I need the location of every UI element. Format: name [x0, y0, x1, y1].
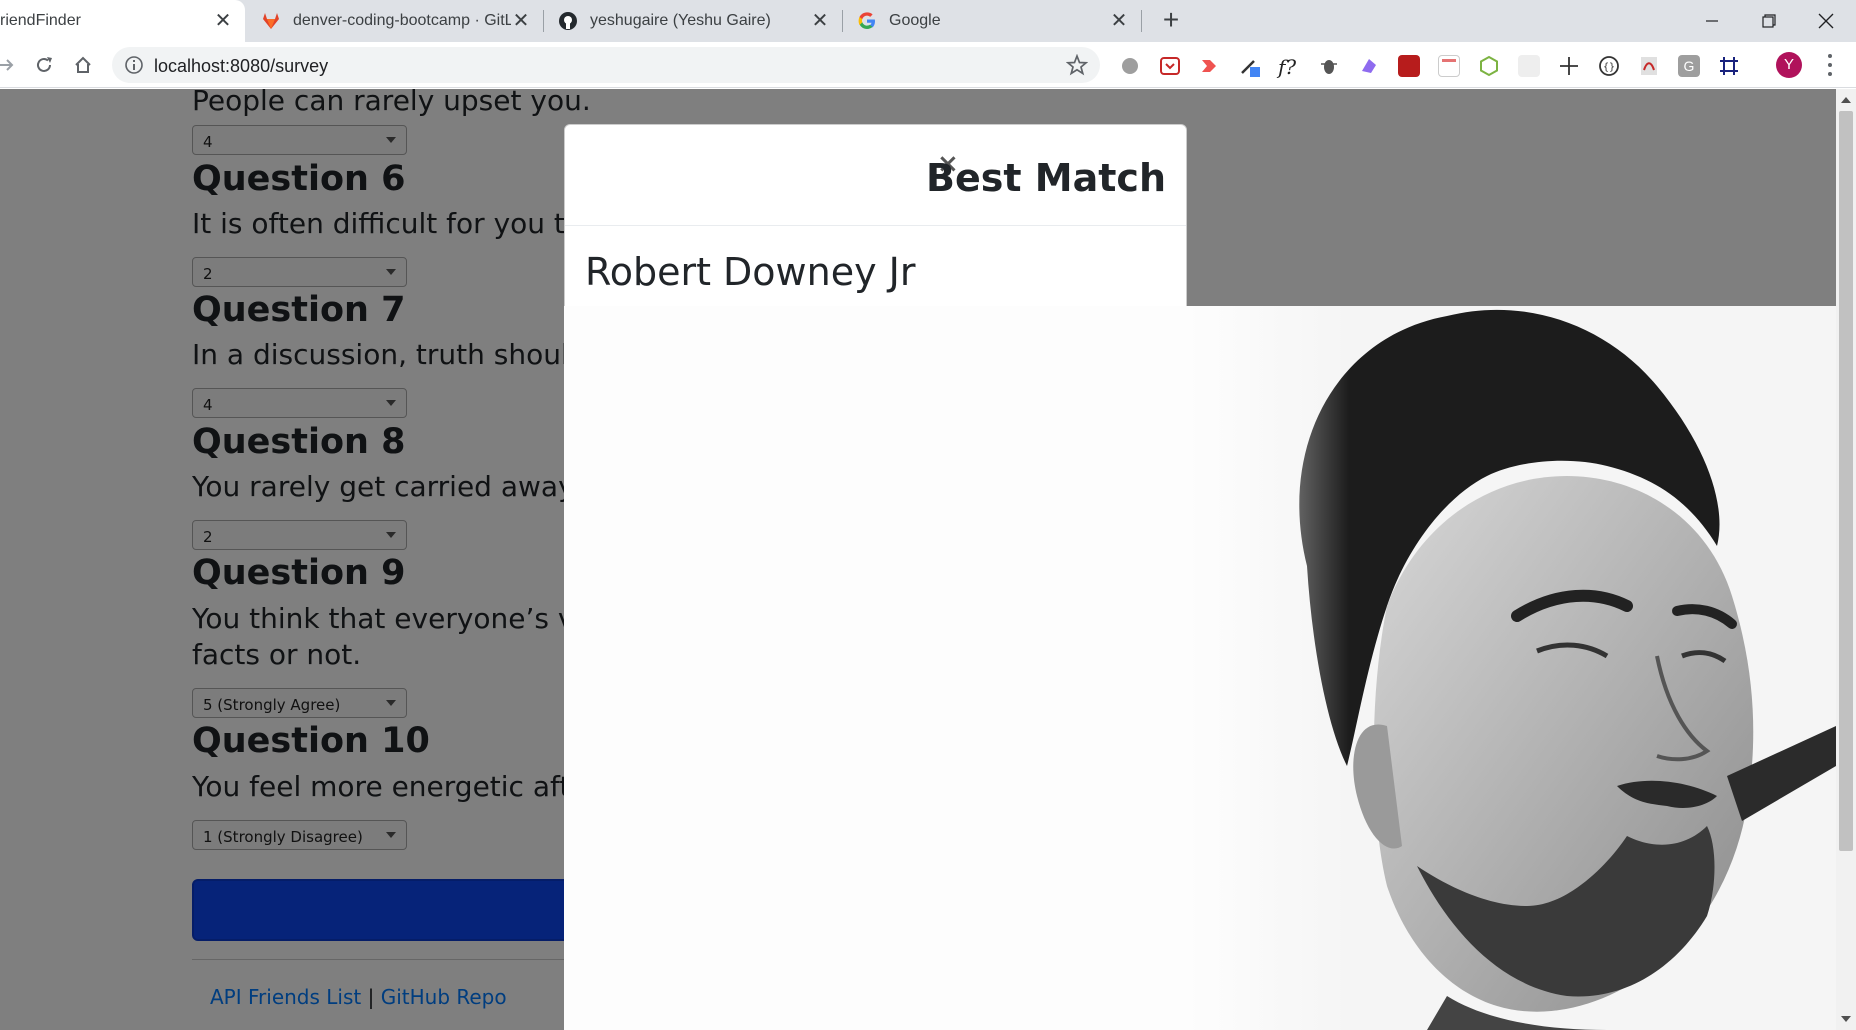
close-icon[interactable]: ✕	[511, 11, 531, 31]
modal-title: Best Match	[926, 156, 1166, 200]
home-icon[interactable]	[69, 51, 97, 79]
nodejs-icon[interactable]	[1478, 55, 1500, 77]
grid-icon[interactable]	[1718, 55, 1740, 77]
gitlab-icon	[261, 11, 281, 31]
tab-github[interactable]: yeshugaire (Yeshu Gaire) ✕	[544, 0, 842, 42]
address-bar[interactable]: localhost:8080/survey	[112, 47, 1100, 83]
extension-doc-icon[interactable]	[1438, 55, 1460, 77]
minimize-icon[interactable]	[1697, 6, 1727, 36]
portrait-photo	[1187, 306, 1836, 1030]
github-icon	[558, 11, 578, 31]
extension-circle-icon[interactable]	[1119, 55, 1141, 77]
move-icon[interactable]	[1558, 55, 1580, 77]
window-close-icon[interactable]	[1811, 6, 1841, 36]
pdf-icon[interactable]	[1638, 55, 1660, 77]
url-text: localhost:8080/survey	[154, 56, 329, 76]
code-icon[interactable]: {}	[1598, 55, 1620, 77]
profile-avatar[interactable]: Y	[1776, 52, 1802, 78]
bookmark-star-icon[interactable]	[1065, 53, 1089, 76]
restore-icon[interactable]	[1754, 6, 1784, 36]
close-icon[interactable]: ✕	[1109, 11, 1129, 31]
color-picker-icon[interactable]	[1238, 55, 1260, 77]
browser-toolbar: localhost:8080/survey f? {} G Y	[0, 42, 1856, 88]
photo-background	[564, 306, 1187, 1030]
tab-google[interactable]: Google ✕	[843, 0, 1141, 42]
more-menu-icon[interactable]	[1820, 54, 1840, 76]
extension-arrow-icon[interactable]	[1198, 55, 1220, 77]
tab-title: denver-coding-bootcamp · GitLab	[293, 12, 511, 29]
tab-friendfinder[interactable]: riendFinder ✕	[0, 0, 245, 42]
browser-tabstrip: riendFinder ✕ denver-coding-bootcamp · G…	[0, 0, 1856, 42]
tab-title: riendFinder	[0, 12, 81, 29]
page-scrollbar[interactable]	[1836, 89, 1856, 1030]
scroll-thumb[interactable]	[1839, 111, 1853, 851]
scroll-up-icon[interactable]	[1841, 97, 1851, 103]
pocket-icon[interactable]	[1159, 55, 1181, 77]
info-icon[interactable]	[124, 55, 144, 75]
new-tab-button[interactable]: +	[1157, 6, 1185, 35]
reload-icon[interactable]	[30, 51, 58, 79]
google-icon	[857, 11, 877, 31]
forward-icon[interactable]	[0, 51, 20, 79]
modal-header: × Best Match	[565, 125, 1186, 226]
close-icon[interactable]: ✕	[810, 11, 830, 31]
scroll-down-icon[interactable]	[1841, 1016, 1851, 1022]
extension-g-icon[interactable]: G	[1678, 55, 1700, 77]
tab-divider	[1141, 10, 1142, 32]
tab-title: Google	[889, 12, 941, 29]
extension-purple-icon[interactable]	[1358, 55, 1380, 77]
svg-text:{}: {}	[1603, 62, 1615, 73]
tab-gitlab[interactable]: denver-coding-bootcamp · GitLab ✕	[245, 0, 543, 42]
close-icon[interactable]: ✕	[213, 11, 233, 31]
tab-title: yeshugaire (Yeshu Gaire)	[590, 12, 771, 29]
function-icon[interactable]: f?	[1278, 55, 1300, 79]
bug-icon[interactable]	[1318, 55, 1340, 77]
extension-blank-icon[interactable]	[1518, 55, 1540, 77]
extension-red-icon[interactable]	[1398, 55, 1420, 77]
match-name: Robert Downey Jr	[585, 250, 916, 294]
